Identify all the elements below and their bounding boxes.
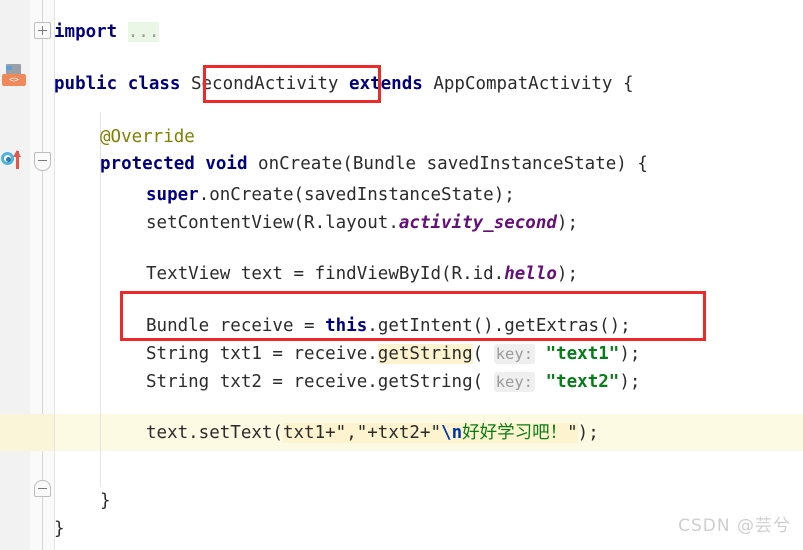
fold-expand-vertical-bar bbox=[42, 26, 43, 35]
line-oncreate-signature-seg-1: onCreate(Bundle savedInstanceState) { bbox=[258, 154, 648, 174]
line-settext-seg-5: \n bbox=[441, 423, 463, 443]
fold-expand-icon-import[interactable] bbox=[34, 22, 51, 39]
line-settext-seg-1: txt1+ bbox=[282, 423, 336, 443]
line-settext-seg-0: text.setText( bbox=[146, 423, 283, 443]
line-txt1-seg-0: String txt1 = receive. bbox=[146, 344, 378, 364]
line-oncreate-signature-seg-0: protected void bbox=[100, 154, 259, 174]
line-findviewbyid[interactable]: TextView text = findViewById(R.id.hello)… bbox=[146, 256, 578, 293]
line-findviewbyid-seg-2: ); bbox=[556, 264, 578, 284]
override-arrow-glyph bbox=[13, 150, 21, 169]
redbox-second-activity bbox=[203, 65, 381, 103]
redbox-bundle-receive bbox=[120, 291, 706, 341]
line-setcontentview[interactable]: setContentView(R.layout.activity_second)… bbox=[146, 205, 578, 242]
line-settext-seg-8: ); bbox=[577, 423, 599, 443]
line-class-decl-seg-0: public class bbox=[54, 74, 191, 94]
fold-collapse-bar bbox=[38, 160, 47, 161]
line-findviewbyid-seg-0: TextView text = findViewById(R.id. bbox=[146, 264, 505, 284]
line-settext-seg-7: " bbox=[567, 423, 578, 443]
line-txt1-seg-6: ); bbox=[619, 344, 641, 364]
line-super-oncreate-seg-0: super bbox=[146, 185, 199, 205]
line-settext-seg-4: " bbox=[430, 423, 442, 443]
line-txt2-seg-4: ); bbox=[619, 372, 641, 392]
line-txt2-seg-3: "text2" bbox=[545, 372, 620, 392]
line-close-class-seg-0: } bbox=[54, 519, 65, 539]
line-txt1-seg-4 bbox=[535, 344, 546, 364]
overriding-method-icon[interactable] bbox=[0, 148, 28, 172]
code-surface[interactable]: import ... public class SecondActivity ex… bbox=[0, 0, 803, 550]
line-settext-seg-6: 好好学习吧！ bbox=[462, 423, 568, 443]
line-setcontentview-seg-0: setContentView(R.layout. bbox=[146, 213, 399, 233]
line-txt2[interactable]: String txt2 = receive.getString( key: "t… bbox=[146, 364, 640, 401]
line-import-seg-0: import bbox=[54, 22, 118, 42]
line-import-seg-1 bbox=[117, 22, 128, 42]
line-close-class[interactable]: } bbox=[54, 511, 65, 548]
line-close-method-seg-0: } bbox=[100, 491, 111, 511]
line-settext[interactable]: text.setText(txt1+","+txt2+"\n好好学习吧！"); bbox=[146, 415, 599, 452]
line-txt2-seg-0: String txt2 = receive.getString( bbox=[146, 372, 494, 392]
fold-vertical-line bbox=[42, 0, 43, 550]
line-settext-seg-2: "," bbox=[335, 423, 368, 443]
line-txt2-seg-2 bbox=[535, 372, 546, 392]
class-marker-icon[interactable]: <> bbox=[2, 64, 28, 90]
line-super-oncreate-seg-1: .onCreate(savedInstanceState); bbox=[198, 185, 515, 205]
line-txt1-seg-3: key: bbox=[493, 344, 536, 364]
line-import-seg-2: ... bbox=[127, 22, 160, 42]
line-setcontentview-seg-1: activity_second bbox=[398, 213, 557, 233]
fold-collapse-icon-class-end[interactable] bbox=[34, 480, 51, 497]
line-txt2-seg-1: key: bbox=[493, 372, 536, 392]
line-txt1-seg-5: "text1" bbox=[545, 344, 620, 364]
csdn-watermark: CSDN @芸兮 bbox=[678, 516, 791, 536]
current-line-highlight-gutter bbox=[0, 414, 54, 451]
line-setcontentview-seg-2: ); bbox=[556, 213, 578, 233]
fold-collapse-bar-2 bbox=[38, 488, 47, 489]
line-override-annotation-seg-0: @Override bbox=[100, 127, 195, 147]
editor-icon-gutter: <> bbox=[0, 0, 31, 550]
line-class-decl-seg-4: AppCompatActivity { bbox=[422, 74, 634, 94]
class-marker-badge: <> bbox=[2, 74, 26, 86]
editor-fold-column bbox=[30, 0, 54, 550]
fold-collapse-icon-method[interactable] bbox=[34, 152, 51, 171]
line-import[interactable]: import ... bbox=[54, 14, 160, 51]
line-findviewbyid-seg-1: hello bbox=[504, 264, 557, 284]
line-settext-seg-3: +txt2+ bbox=[367, 423, 431, 443]
code-editor-screenshot: <> import ... public class SecondActivity… bbox=[0, 0, 803, 550]
line-txt1-seg-2: ( bbox=[472, 344, 494, 364]
line-close-method[interactable]: } bbox=[100, 483, 111, 520]
line-txt1-seg-1: getString bbox=[377, 344, 473, 364]
